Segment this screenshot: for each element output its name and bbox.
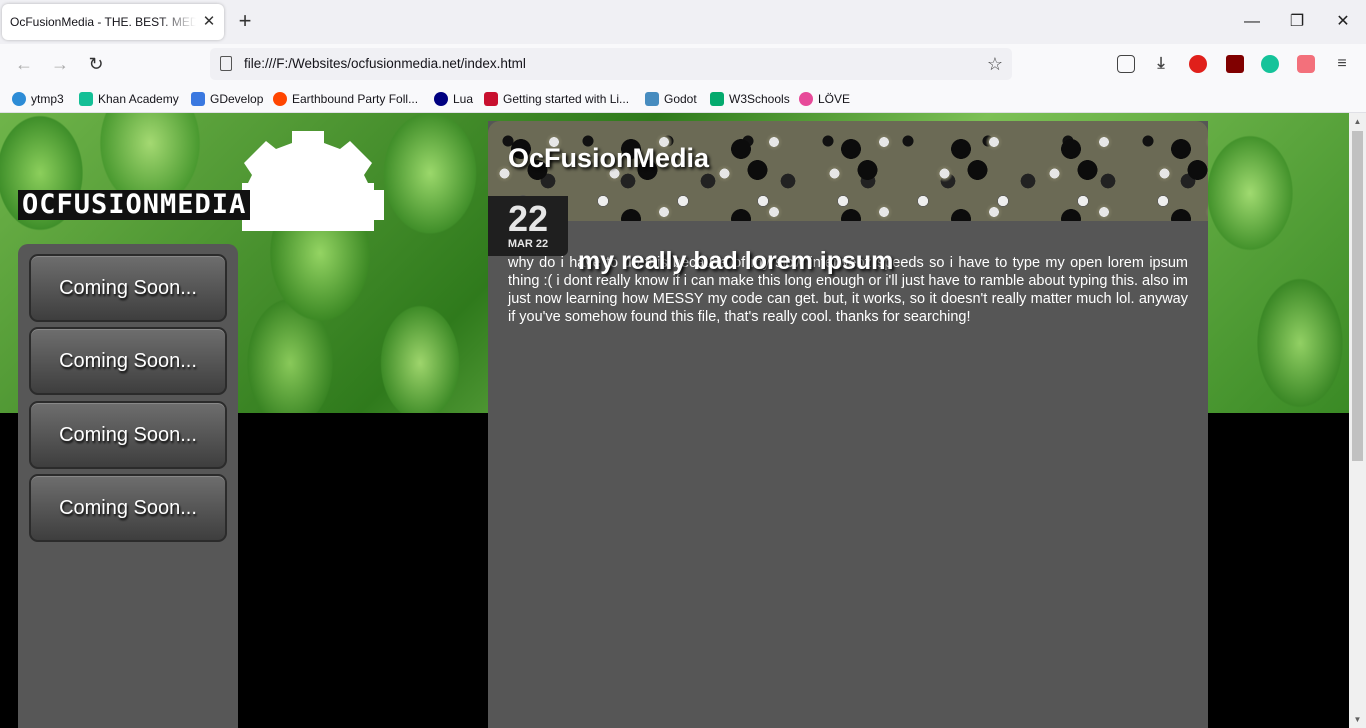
main-content: OcFusionMedia 22 MAR 22 why do i have to… — [488, 121, 1208, 728]
date-badge: 22 MAR 22 — [488, 196, 568, 256]
w3schools-icon — [710, 92, 724, 106]
logo-text: OCFUSIONMEDIA — [18, 190, 251, 220]
tab-strip: OcFusionMedia - THE. BEST. MEDIA ✕ + — ❐… — [0, 0, 1366, 44]
bookmark-item[interactable]: Earthbound Party Foll... — [273, 90, 418, 108]
gdevelop-icon — [191, 92, 205, 106]
back-icon[interactable]: ← — [12, 53, 36, 77]
love-icon — [799, 92, 813, 106]
bookmark-item[interactable]: Getting started with Li... — [484, 90, 629, 108]
scroll-thumb[interactable] — [1352, 131, 1363, 461]
sidebar: Coming Soon... Coming Soon... Coming Soo… — [18, 244, 238, 728]
bookmark-item[interactable]: Khan Academy — [79, 90, 179, 108]
ublock-origin-icon[interactable] — [1226, 55, 1244, 73]
tab-close-icon[interactable]: ✕ — [200, 13, 218, 31]
download-icon[interactable]: ⤓ — [1152, 55, 1170, 73]
scroll-up-icon[interactable]: ▲ — [1349, 113, 1366, 130]
bookmark-label: Khan Academy — [98, 92, 179, 106]
stop-hand-extension-icon[interactable] — [1189, 55, 1207, 73]
bookmark-label: W3Schools — [729, 92, 790, 106]
bookmark-label: Lua — [453, 92, 474, 106]
lua-icon — [434, 92, 448, 106]
bookmark-label: Godot — [664, 92, 697, 106]
tab-active[interactable]: OcFusionMedia - THE. BEST. MEDIA ✕ — [2, 4, 224, 40]
ytmp3-icon — [12, 92, 26, 106]
pcw-icon — [484, 92, 498, 106]
sidebar-button-2[interactable]: Coming Soon... — [29, 327, 227, 395]
reload-icon[interactable]: ↻ — [84, 53, 108, 77]
sidebar-button-1[interactable]: Coming Soon... — [29, 254, 227, 322]
godot-icon — [645, 92, 659, 106]
grammarly-icon[interactable] — [1261, 55, 1279, 73]
site-logo[interactable]: OCFUSIONMEDIA — [18, 190, 384, 220]
restore-icon[interactable]: ❐ — [1285, 10, 1309, 34]
pocket-icon[interactable] — [1117, 55, 1135, 73]
bookmarks-toolbar: ytmp3 Khan Academy GDevelop Earthbound P… — [0, 84, 1366, 113]
page-icon — [220, 56, 232, 71]
bookmark-item[interactable]: GDevelop — [191, 90, 263, 108]
bookmark-label: Earthbound Party Foll... — [292, 92, 419, 106]
date-month: MAR 22 — [507, 238, 549, 250]
close-window-icon[interactable]: ✕ — [1331, 10, 1355, 34]
navigation-toolbar: ← → ↻ file:///F:/Websites/ocfusionmedia.… — [0, 44, 1366, 84]
forward-icon[interactable]: → — [48, 53, 72, 77]
new-tab-button[interactable]: + — [233, 10, 257, 34]
post-title: my really bad lorem ipsum — [578, 247, 894, 275]
bookmark-star-icon[interactable]: ☆ — [984, 53, 1006, 75]
bookmark-label: ytmp3 — [31, 92, 64, 106]
menu-icon[interactable]: ≡ — [1333, 55, 1351, 73]
bookmark-item[interactable]: ytmp3 — [12, 90, 64, 108]
bookmark-label: LÖVE — [818, 92, 851, 106]
bookmark-item[interactable]: Lua — [434, 90, 473, 108]
tab-title: OcFusionMedia - THE. BEST. MEDIA — [10, 15, 196, 29]
minimize-icon[interactable]: — — [1240, 10, 1264, 34]
url-text[interactable]: file:///F:/Websites/ocfusionmedia.net/in… — [244, 56, 526, 71]
bookmark-item[interactable]: Godot — [645, 90, 697, 108]
sidebar-button-3[interactable]: Coming Soon... — [29, 401, 227, 469]
address-bar[interactable]: file:///F:/Websites/ocfusionmedia.net/in… — [210, 48, 1012, 80]
bookmark-label: Getting started with Li... — [503, 92, 630, 106]
banner-title: OcFusionMedia — [508, 143, 710, 173]
header-banner-image: OcFusionMedia — [488, 121, 1208, 221]
web-page: OCFUSIONMEDIA Coming Soon... Coming Soon… — [0, 113, 1349, 728]
scroll-down-icon[interactable]: ▼ — [1349, 711, 1366, 728]
shield-extension-icon[interactable] — [1297, 55, 1315, 73]
bookmark-item[interactable]: LÖVE — [799, 90, 850, 108]
khan-academy-icon — [79, 92, 93, 106]
bookmark-label: GDevelop — [210, 92, 264, 106]
bookmark-item[interactable]: W3Schools — [710, 90, 790, 108]
page-scrollbar[interactable]: ▲ ▼ — [1349, 113, 1366, 728]
reddit-icon — [273, 92, 287, 106]
date-day: 22 — [507, 198, 549, 239]
sidebar-button-4[interactable]: Coming Soon... — [29, 474, 227, 542]
